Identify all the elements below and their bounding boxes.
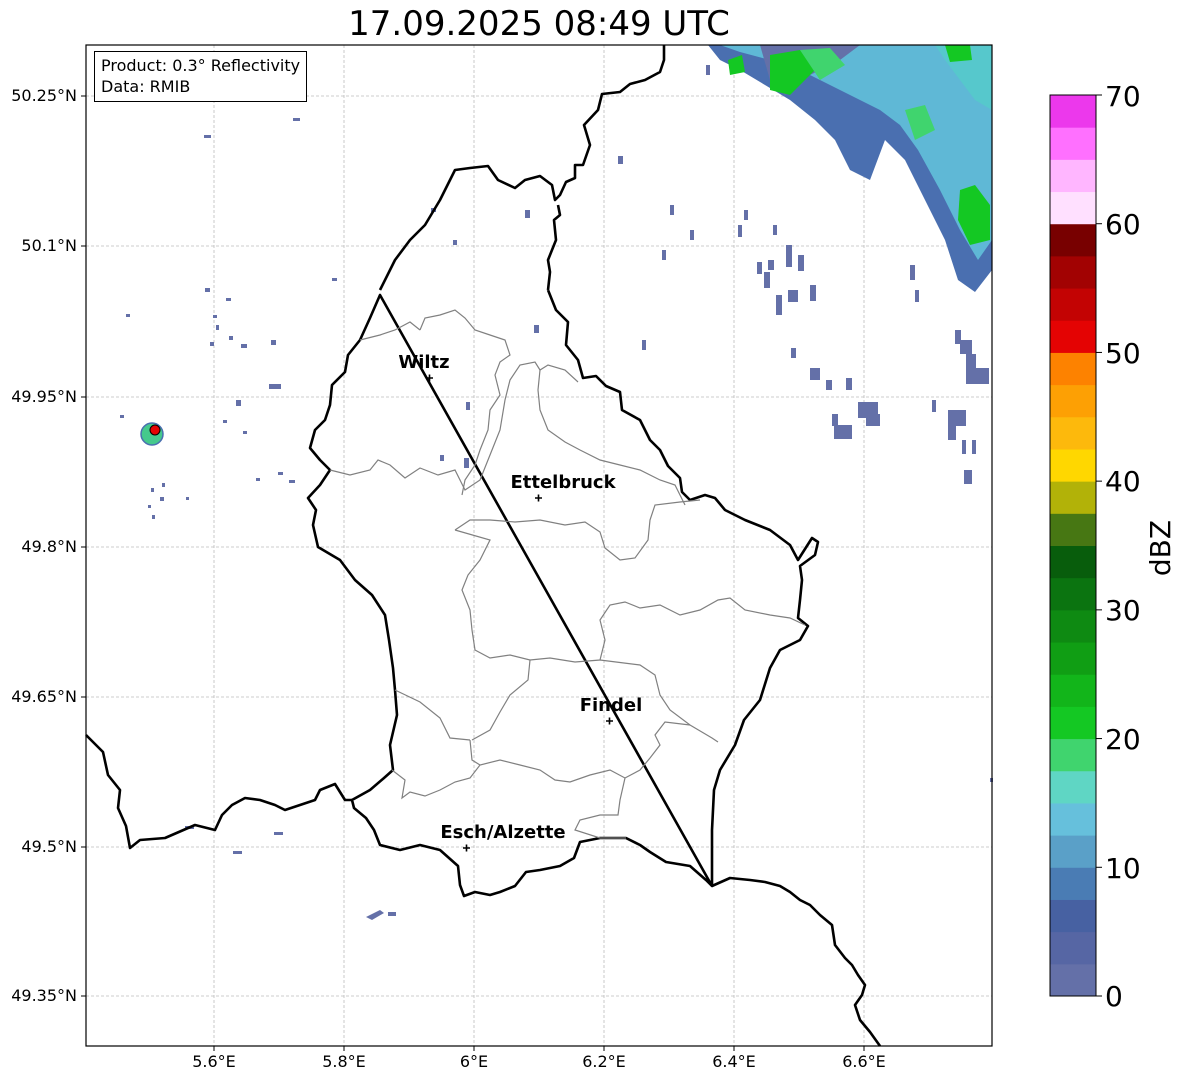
product-label: Product: 0.3° Reflectivity <box>101 56 301 75</box>
colorbar-swatch <box>1050 706 1096 740</box>
colorbar-swatch <box>1050 255 1096 289</box>
lon-tick-label: 6°E <box>460 1052 488 1071</box>
lon-tick-label: 5.6°E <box>192 1052 236 1071</box>
colorbar-swatch <box>1050 899 1096 933</box>
colorbar-swatch <box>1050 577 1096 611</box>
lat-tick-label: 49.5°N <box>21 837 77 856</box>
colorbar-tick-label: 60 <box>1105 208 1141 241</box>
city-label: Ettelbruck <box>510 472 616 493</box>
colorbar-swatch <box>1050 738 1096 772</box>
lat-tick-label: 49.35°N <box>11 986 77 1005</box>
lat-tick-label: 49.65°N <box>11 687 77 706</box>
colorbar-swatch <box>1050 448 1096 482</box>
radar-site-marker <box>140 422 164 446</box>
colorbar-swatch <box>1050 835 1096 868</box>
lon-tick-label: 6.2°E <box>582 1052 626 1071</box>
colorbar-swatch <box>1050 159 1096 193</box>
colorbar-swatch <box>1050 674 1096 707</box>
lon-tick-label: 5.8°E <box>322 1052 366 1071</box>
colorbar-tick-label: 50 <box>1105 337 1141 370</box>
colorbar-swatch <box>1050 609 1096 643</box>
colorbar-swatch <box>1050 642 1096 675</box>
longitude-tick-labels: 5.6°E 5.8°E 6°E 6.2°E 6.4°E 6.6°E <box>192 1052 886 1071</box>
lat-tick-label: 49.8°N <box>21 537 77 556</box>
colorbar: 0 10 20 30 40 50 60 70 dBZ <box>1049 80 1177 1013</box>
colorbar-swatch <box>1050 802 1096 836</box>
colorbar-swatch <box>1050 416 1096 450</box>
data-source-label: Data: RMIB <box>101 77 191 96</box>
colorbar-swatch <box>1050 95 1096 128</box>
colorbar-swatch <box>1050 223 1096 257</box>
colorbar-tick-label: 70 <box>1105 80 1141 113</box>
lon-tick-label: 6.6°E <box>842 1052 886 1071</box>
colorbar-swatch <box>1050 191 1096 225</box>
colorbar-tick-label: 20 <box>1105 723 1141 756</box>
radar-map: 5.6°E 5.8°E 6°E 6.2°E 6.4°E 6.6°E 50.25°… <box>11 44 1177 1071</box>
colorbar-swatch <box>1050 127 1096 160</box>
colorbar-swatch <box>1050 384 1096 418</box>
lon-tick-label: 6.4°E <box>712 1052 756 1071</box>
colorbar-swatch <box>1050 963 1096 997</box>
lat-tick-label: 50.25°N <box>11 86 77 105</box>
colorbar-swatch <box>1050 545 1096 579</box>
city-label: Wiltz <box>398 352 449 373</box>
colorbar-swatch <box>1050 320 1096 353</box>
latitude-tick-labels: 50.25°N 50.1°N 49.95°N 49.8°N 49.65°N 49… <box>11 86 77 1005</box>
colorbar-tick-label: 40 <box>1105 465 1141 498</box>
colorbar-swatch <box>1050 513 1096 546</box>
colorbar-tick-labels: 0 10 20 30 40 50 60 70 <box>1105 80 1141 1013</box>
colorbar-swatches <box>1050 95 1096 997</box>
colorbar-swatch <box>1050 931 1096 965</box>
colorbar-label: dBZ <box>1144 520 1177 576</box>
colorbar-tick-label: 0 <box>1105 980 1123 1013</box>
product-info-box: Product: 0.3° Reflectivity Data: RMIB <box>94 51 308 102</box>
colorbar-tick-label: 30 <box>1105 594 1141 627</box>
colorbar-swatch <box>1050 867 1096 900</box>
colorbar-tick-label: 10 <box>1105 852 1141 885</box>
colorbar-swatch <box>1050 352 1096 386</box>
colorbar-swatch <box>1050 481 1096 514</box>
colorbar-swatch <box>1050 770 1096 804</box>
lat-tick-label: 49.95°N <box>11 387 77 406</box>
city-label: Esch/Alzette <box>440 822 565 843</box>
city-label: Findel <box>580 695 643 716</box>
lat-tick-label: 50.1°N <box>21 236 77 255</box>
colorbar-swatch <box>1050 288 1096 321</box>
